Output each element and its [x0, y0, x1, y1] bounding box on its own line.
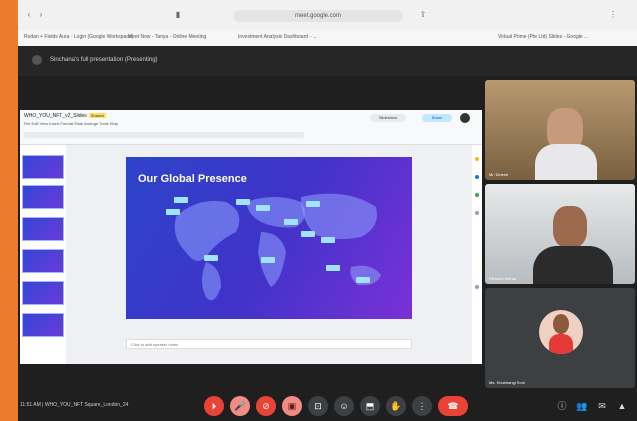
participant-tile[interactable]: Ms. Shubhangi Soni [485, 288, 635, 388]
meeting-stage: WHO_YOU_NFT_v2_Slides Shared File Edit Vi… [18, 76, 637, 390]
bookmarks-bar: Rodan + Fields Aura - Login (Google Work… [18, 30, 637, 47]
lock-icon: ▮ [175, 10, 181, 19]
camera-off-button[interactable]: ⊘ [256, 396, 276, 416]
location-pin [326, 265, 340, 271]
location-pin [256, 205, 270, 211]
shared-badge: Shared [88, 113, 106, 118]
avatar [539, 310, 583, 354]
slide-thumbnail[interactable] [22, 155, 64, 179]
location-pin [236, 199, 250, 205]
document-name[interactable]: WHO_YOU_NFT_v2_Slides [24, 113, 87, 119]
side-panel-icons [472, 145, 482, 364]
slide-thumbnail[interactable] [22, 217, 64, 241]
meeting-info: 11:51 AM | WHO_YOU_NFT Square_London_24 [20, 402, 129, 408]
people-icon[interactable]: 👥 [576, 400, 588, 412]
slide-thumbnail[interactable] [22, 281, 64, 305]
browser-tab-bar: ‹ › ▮ meet.google.com ⇪ ⋮ [18, 0, 637, 30]
bookmark-item[interactable]: Meet Now - Tanya - Online Meeting [128, 34, 206, 40]
presenting-icon [32, 55, 42, 65]
end-call-button[interactable]: ☎ [438, 396, 468, 416]
slide-thumbnail[interactable] [22, 249, 64, 273]
bookmark-item[interactable]: Rodan + Fields Aura - Login (Google Work… [24, 34, 133, 40]
avatar-face [553, 314, 569, 334]
maps-icon[interactable] [475, 211, 479, 215]
participant-video [553, 206, 587, 248]
captions-button[interactable]: ⊡ [308, 396, 328, 416]
participant-name: Ms. Shubhangi Soni [489, 380, 525, 385]
back-icon[interactable]: ‹ [24, 10, 34, 20]
camera-button[interactable]: ▣ [282, 396, 302, 416]
slides-menu-bar[interactable]: File Edit View Insert Format Slide Arran… [24, 121, 118, 126]
avatar[interactable] [460, 113, 470, 123]
location-pin [284, 219, 298, 225]
avatar-clothing [549, 334, 573, 354]
location-pin [166, 209, 180, 215]
document-title: WHO_YOU_NFT_v2_Slides Shared [24, 113, 106, 119]
bookmark-item[interactable]: Virtual Prime (Pte Ltd) Slides - Google … [498, 34, 588, 40]
present-button[interactable]: ⬒ [360, 396, 380, 416]
emoji-button[interactable]: ☺ [334, 396, 354, 416]
slideshow-button[interactable]: Slideshow [370, 114, 406, 122]
participant-tile[interactable]: Mr. Dinesh [485, 80, 635, 180]
slide-canvas: Our Global Presence Click to add speaker… [66, 145, 472, 364]
address-bar[interactable]: meet.google.com [233, 10, 403, 22]
slide-thumbnails-panel [20, 145, 67, 364]
tasks-icon[interactable] [475, 175, 479, 179]
location-pin [261, 257, 275, 263]
formatting-toolbar[interactable] [24, 132, 304, 138]
slides-toolbar: WHO_YOU_NFT_v2_Slides Shared File Edit Vi… [20, 110, 482, 145]
info-icon[interactable]: ⓘ [556, 400, 568, 412]
slide-thumbnail[interactable] [22, 313, 64, 337]
mic-button[interactable]: 🎤 [230, 396, 250, 416]
speaker-notes-field[interactable]: Click to add speaker notes [126, 339, 412, 349]
activities-icon[interactable]: ▲ [616, 400, 628, 412]
keep-icon[interactable] [475, 157, 479, 161]
participant-body [533, 246, 613, 284]
mic-off-button[interactable]: ⏵ [204, 396, 224, 416]
slide-thumbnail[interactable] [22, 185, 64, 209]
share-icon[interactable]: ⇪ [418, 10, 428, 20]
meeting-title: Sinchana's full presentation (Presenting… [50, 57, 158, 63]
contacts-icon[interactable] [475, 193, 479, 197]
location-pin [174, 197, 188, 203]
slide-title: Our Global Presence [138, 173, 247, 185]
meeting-header: Sinchana's full presentation (Presenting… [18, 46, 637, 76]
more-options-button[interactable]: ⋮ [412, 396, 432, 416]
bookmark-item[interactable]: Investment Analysis Dashboard - ... [238, 34, 317, 40]
participant-body [535, 144, 597, 180]
menu-icon[interactable]: ⋮ [608, 10, 618, 20]
chat-icon[interactable]: ✉ [596, 400, 608, 412]
browser-window: ‹ › ▮ meet.google.com ⇪ ⋮ Rodan + Fields… [18, 0, 637, 421]
raise-hand-button[interactable]: ✋ [386, 396, 406, 416]
participant-tile[interactable]: Rishabh Mehta [485, 184, 635, 284]
share-button[interactable]: Share [422, 114, 452, 122]
current-slide[interactable]: Our Global Presence [126, 157, 412, 319]
participant-name: Rishabh Mehta [489, 276, 516, 281]
location-pin [204, 255, 218, 261]
participant-name: Mr. Dinesh [489, 172, 509, 177]
meeting-control-bar: 11:51 AM | WHO_YOU_NFT Square_London_24 … [18, 390, 637, 421]
location-pin [301, 231, 315, 237]
forward-icon[interactable]: › [36, 10, 46, 20]
location-pin [321, 237, 335, 243]
shared-screen: WHO_YOU_NFT_v2_Slides Shared File Edit Vi… [20, 110, 482, 364]
location-pin [306, 201, 320, 207]
add-icon[interactable] [475, 285, 479, 289]
location-pin [356, 277, 370, 283]
